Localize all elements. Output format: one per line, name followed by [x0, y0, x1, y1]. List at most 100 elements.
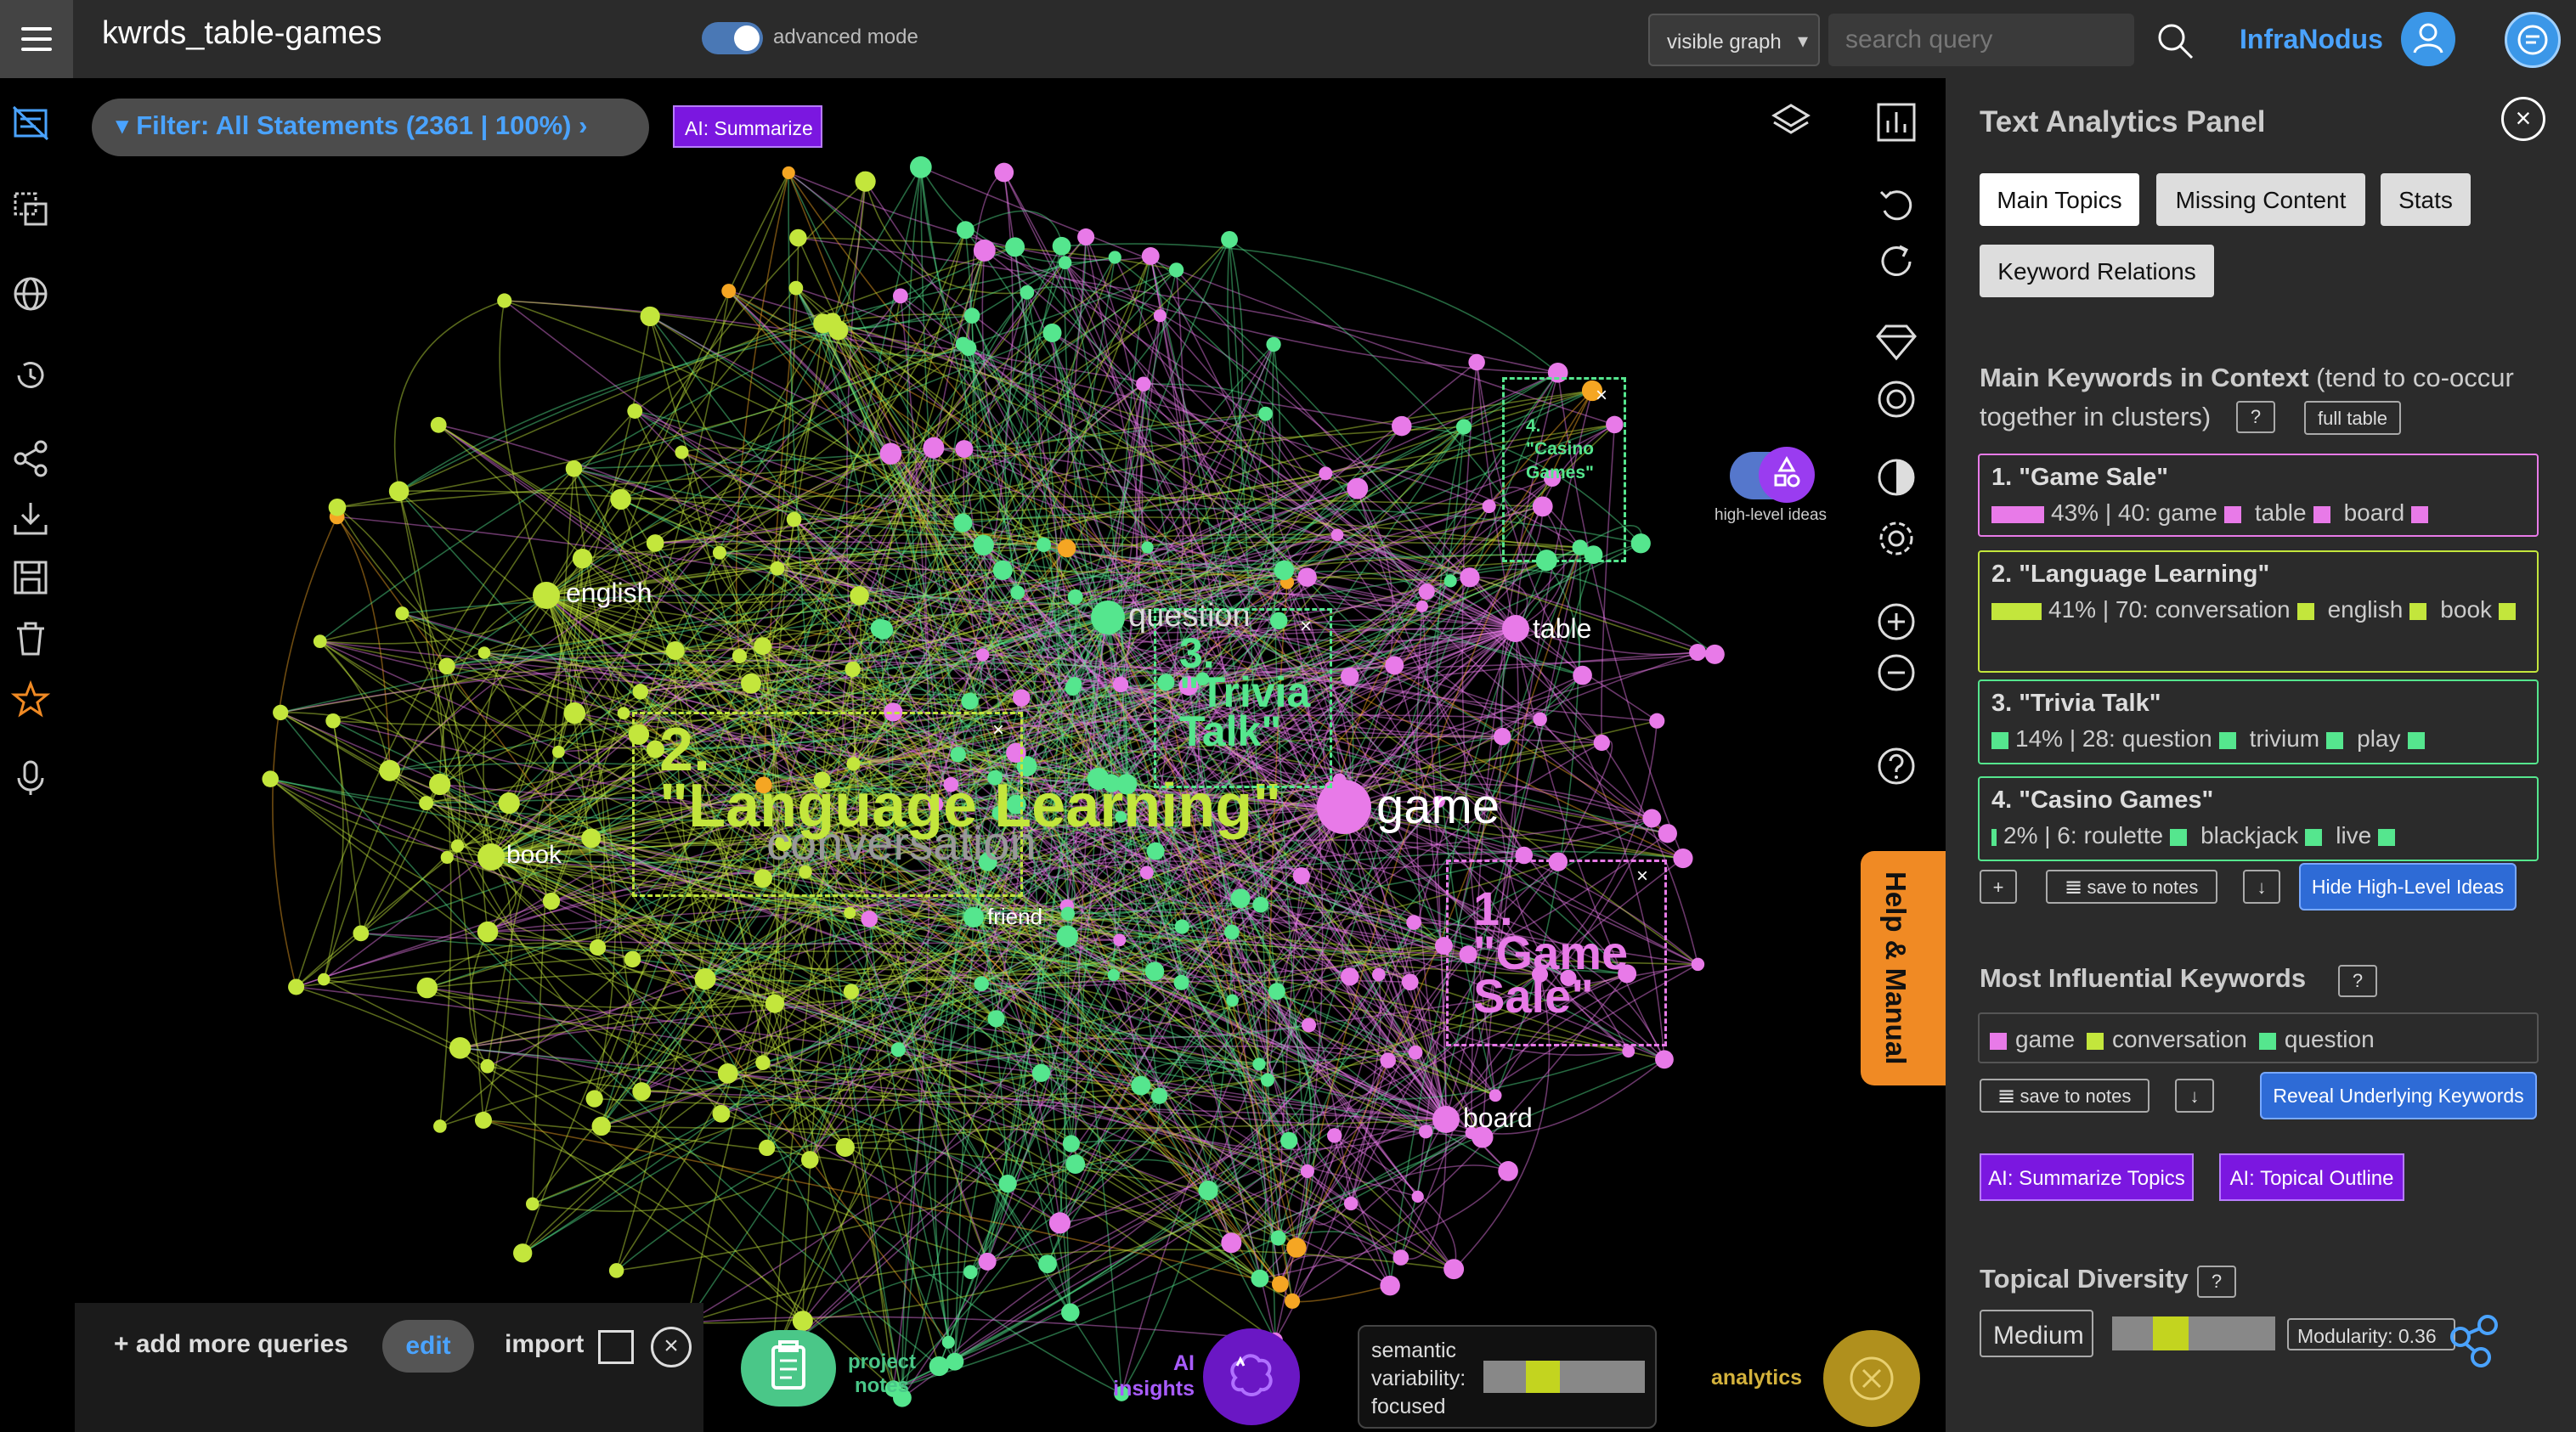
star-icon[interactable] [10, 679, 51, 720]
influential-keyword[interactable]: question [2285, 1026, 2375, 1052]
graph-node[interactable] [1455, 419, 1472, 435]
graph-node[interactable] [1141, 247, 1160, 265]
share-icon[interactable] [10, 438, 51, 479]
graph-node[interactable] [1408, 1045, 1423, 1060]
graph-node[interactable] [325, 713, 341, 729]
topic-close-icon[interactable]: × [1636, 865, 1648, 888]
graph-node[interactable] [879, 443, 902, 465]
graph-node[interactable] [1013, 689, 1031, 707]
graph-node[interactable] [978, 1252, 997, 1271]
graph-node[interactable] [675, 445, 689, 459]
graph-node[interactable] [610, 488, 631, 510]
diamond-icon[interactable] [1874, 319, 1918, 364]
ai-summarize-topics-button[interactable]: AI: Summarize Topics [1980, 1153, 2194, 1201]
graph-node[interactable] [1380, 1052, 1396, 1068]
graph-node[interactable] [1136, 376, 1151, 392]
graph-node[interactable] [929, 1356, 949, 1377]
node-label-table[interactable]: table [1533, 613, 1591, 645]
analytics-button[interactable] [1823, 1330, 1920, 1427]
graph-node[interactable] [646, 534, 664, 552]
save-topics-to-notes-button[interactable]: 𝌆 save to notes [2046, 870, 2217, 904]
graph-node[interactable] [1251, 1269, 1269, 1288]
graph-node[interactable] [1067, 676, 1082, 691]
project-notes-label[interactable]: project notes [848, 1350, 916, 1398]
topic-label-trivia-talk[interactable]: 3. "Trivia Talk" [1179, 632, 1324, 753]
graph-node[interactable] [759, 1139, 776, 1157]
graph-title[interactable]: kwrds_table-games [102, 15, 381, 52]
ai-topical-outline-button[interactable]: AI: Topical Outline [2219, 1153, 2404, 1201]
graph-node[interactable] [395, 606, 410, 621]
graph-node[interactable] [973, 534, 994, 555]
graph-node[interactable] [987, 1010, 1005, 1028]
graph-node[interactable] [542, 892, 561, 911]
zoom-out-icon[interactable] [1874, 651, 1918, 695]
settings-gear-icon[interactable] [1874, 516, 1918, 561]
graph-node[interactable] [1174, 919, 1189, 934]
graph-node[interactable] [1048, 1212, 1071, 1234]
graph-node[interactable] [617, 707, 630, 720]
influential-keyword[interactable]: conversation [2112, 1026, 2247, 1052]
graph-node[interactable] [1493, 727, 1511, 746]
graph-node[interactable] [961, 692, 979, 710]
graph-node[interactable] [379, 759, 401, 781]
graph-node[interactable] [313, 634, 327, 649]
tab-main-topics[interactable]: Main Topics [1980, 173, 2139, 226]
help-question-icon[interactable] [1874, 744, 1918, 788]
add-more-queries-link[interactable]: + add more queries [114, 1330, 348, 1359]
graph-node[interactable] [640, 306, 660, 327]
graph-node[interactable] [665, 641, 685, 660]
topic-keyword[interactable]: play [2357, 725, 2400, 752]
graph-node[interactable] [429, 773, 451, 796]
graph-node[interactable] [721, 284, 737, 299]
graph-node[interactable] [438, 657, 455, 675]
graph-node[interactable] [1141, 541, 1154, 554]
graph-node[interactable] [1622, 1045, 1635, 1058]
tab-stats[interactable]: Stats [2381, 173, 2471, 226]
graph-node[interactable] [1380, 1275, 1400, 1296]
graph-node[interactable] [1691, 957, 1705, 972]
graph-node[interactable] [1266, 336, 1281, 352]
graph-node[interactable] [1655, 1050, 1674, 1069]
select-area-icon[interactable] [10, 189, 51, 229]
graph-node[interactable] [388, 481, 410, 502]
graph-node[interactable] [1385, 656, 1404, 675]
graph-node[interactable] [477, 921, 499, 943]
graph-node[interactable] [328, 498, 347, 516]
analytics-label[interactable]: analytics [1711, 1366, 1802, 1390]
layers-icon[interactable] [1769, 100, 1813, 144]
graph-node[interactable] [1038, 1254, 1057, 1274]
graph-node[interactable] [754, 637, 772, 656]
graph-node[interactable] [1649, 713, 1665, 729]
graph-node[interactable] [892, 288, 908, 304]
network-structure-icon[interactable] [2445, 1311, 2505, 1371]
graph-node[interactable] [694, 968, 716, 990]
topic-keyword[interactable]: board [2344, 499, 2405, 526]
topic-keyword[interactable]: game [2158, 499, 2217, 526]
graph-node[interactable] [786, 511, 802, 527]
graph-node[interactable] [1270, 1230, 1286, 1246]
graph-node[interactable] [1341, 967, 1359, 986]
graph-node[interactable] [1108, 251, 1121, 264]
download-topics-button[interactable]: ↓ [2243, 870, 2280, 904]
graph-node[interactable] [963, 1265, 978, 1279]
graph-node[interactable] [430, 416, 447, 433]
node-label-friend[interactable]: friend [987, 904, 1042, 930]
graph-node[interactable] [890, 1042, 906, 1057]
graph-node[interactable] [1330, 528, 1344, 542]
query-panel-close-icon[interactable]: × [651, 1327, 692, 1367]
graph-node[interactable] [1326, 1128, 1342, 1143]
graph-node[interactable] [591, 1116, 612, 1136]
tab-keyword-relations[interactable]: Keyword Relations [1980, 245, 2214, 297]
graph-node[interactable] [845, 661, 861, 678]
topic-keyword[interactable]: table [2255, 499, 2307, 526]
panel-close-icon[interactable]: × [2501, 97, 2545, 141]
graph-node[interactable] [585, 1090, 603, 1108]
chart-panel-icon[interactable] [1874, 100, 1918, 144]
graph-node[interactable] [1052, 236, 1071, 256]
graph-node[interactable] [941, 1335, 955, 1349]
graph-node[interactable] [1297, 567, 1317, 587]
focus-circle-icon[interactable] [1874, 377, 1918, 421]
graph-node[interactable] [955, 440, 974, 459]
graph-node[interactable] [789, 228, 807, 247]
history-icon[interactable] [10, 355, 51, 396]
